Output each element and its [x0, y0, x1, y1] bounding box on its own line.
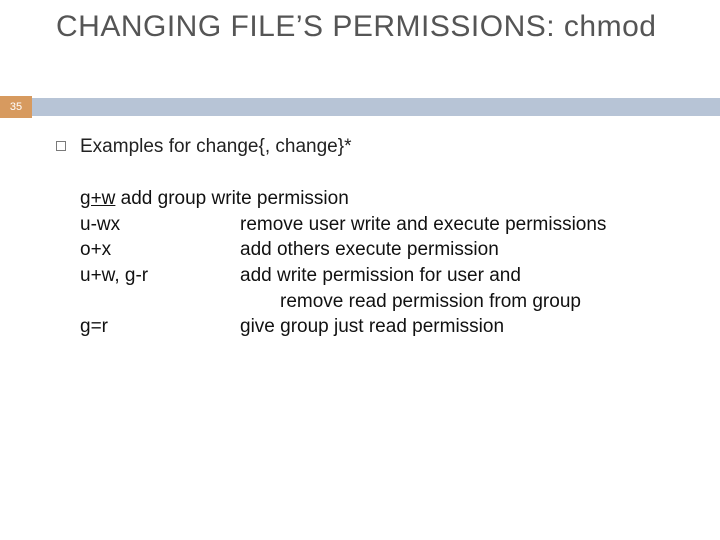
- example-desc-continuation: remove read permission from group: [280, 289, 690, 315]
- example-line-1: g+w add group write permission: [80, 186, 349, 212]
- examples-block: g+w add group write permission u-wx remo…: [80, 186, 690, 340]
- example-row: u+w, g-r add write permission for user a…: [80, 263, 690, 289]
- example-cmd: u-wx: [80, 212, 240, 238]
- page-number-tab: 35: [0, 96, 32, 118]
- bullet-item: Examples for change{, change}*: [56, 136, 690, 158]
- slide-title-block: CHANGING FILE’S PERMISSIONS: chmod: [56, 10, 700, 45]
- example-row: g+w add group write permission: [80, 186, 690, 212]
- square-bullet-icon: [56, 141, 66, 151]
- example-row: u-wx remove user write and execute permi…: [80, 212, 690, 238]
- example-cmd: o+x: [80, 237, 240, 263]
- example-row: o+x add others execute permission: [80, 237, 690, 263]
- header-rule: [0, 98, 720, 116]
- example-row: g=r give group just read permission: [80, 314, 690, 340]
- example-desc: remove user write and execute permission…: [240, 212, 690, 238]
- slide: CHANGING FILE’S PERMISSIONS: chmod 35 Ex…: [0, 0, 720, 540]
- example-desc: add write permission for user and: [240, 263, 690, 289]
- slide-body: Examples for change{, change}* g+w add g…: [56, 136, 690, 340]
- slide-title: CHANGING FILE’S PERMISSIONS: chmod: [56, 10, 700, 45]
- example-desc: give group just read permission: [240, 314, 690, 340]
- bullet-text: Examples for change{, change}*: [80, 136, 351, 158]
- example-desc: add group write permission: [115, 188, 348, 209]
- example-desc: add others execute permission: [240, 237, 690, 263]
- example-cmd: u+w, g-r: [80, 263, 240, 289]
- example-cmd: g+w: [80, 188, 115, 209]
- example-cmd: g=r: [80, 314, 240, 340]
